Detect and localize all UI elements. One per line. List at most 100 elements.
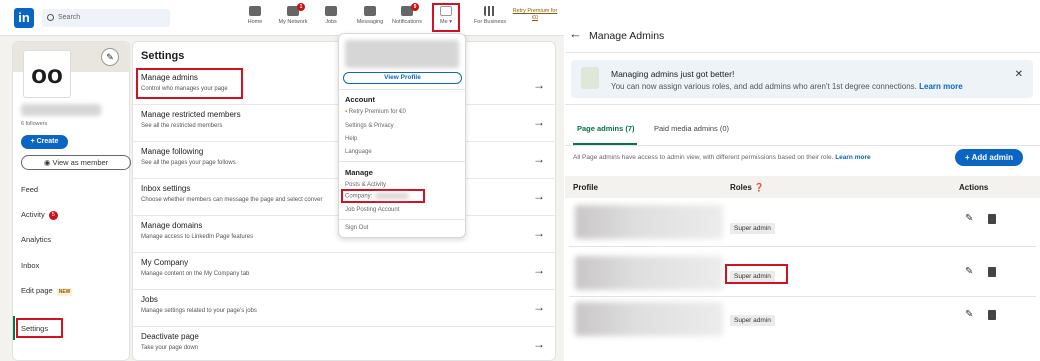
close-icon[interactable]: ✕ bbox=[1015, 69, 1023, 80]
nav-me[interactable]: Me ▾ bbox=[424, 6, 468, 25]
sign-out-link[interactable]: Sign Out bbox=[345, 225, 368, 231]
row-divider bbox=[569, 296, 1036, 297]
role-badge: Super admin bbox=[730, 315, 775, 326]
followers-count: 6 followers bbox=[21, 121, 48, 127]
arrow-right-icon: → bbox=[533, 189, 545, 203]
column-profile: Profile bbox=[573, 183, 598, 192]
menu-item-settings-privacy[interactable]: Settings & Privacy bbox=[345, 123, 394, 129]
profile-blurred bbox=[575, 302, 723, 336]
sidebar-item-settings[interactable]: Settings bbox=[21, 324, 48, 333]
learn-more-link[interactable]: Learn more bbox=[835, 154, 870, 161]
admin-info-text: All Page admins have access to admin vie… bbox=[573, 154, 871, 161]
trash-icon[interactable] bbox=[988, 310, 996, 320]
page-title: Manage Admins bbox=[589, 30, 665, 42]
role-badge: Super admin bbox=[730, 271, 775, 282]
linkedin-settings-screenshot: in Search Home 1 My Network Jobs Messagin… bbox=[0, 0, 564, 361]
divider bbox=[339, 219, 465, 220]
search-icon bbox=[47, 14, 54, 21]
page-profile-card: oo ✎ 6 followers + Create ◉ View as memb… bbox=[12, 41, 131, 361]
sidebar-item-edit-page[interactable]: Edit page NEW bbox=[21, 286, 73, 296]
sidebar-item-analytics[interactable]: Analytics bbox=[21, 235, 51, 244]
divider bbox=[565, 104, 1040, 105]
sidebar-item-inbox[interactable]: Inbox bbox=[21, 261, 39, 270]
company-logo: oo bbox=[23, 50, 71, 98]
add-admin-button[interactable]: + Add admin bbox=[955, 149, 1023, 166]
manage-header: Manage bbox=[345, 168, 373, 177]
notice-title: Managing admins just got better! bbox=[611, 69, 735, 79]
edit-pencil-icon[interactable]: ✎ bbox=[965, 309, 973, 320]
notice-banner: Managing admins just got better! You can… bbox=[571, 60, 1033, 98]
row-divider bbox=[569, 246, 1036, 247]
divider bbox=[339, 161, 465, 162]
trash-icon[interactable] bbox=[988, 214, 996, 224]
manage-admins-screenshot: ← Manage Admins Managing admins just got… bbox=[565, 0, 1040, 361]
linkedin-logo-icon[interactable]: in bbox=[14, 8, 34, 28]
bell-icon: 9 bbox=[401, 3, 419, 16]
arrow-right-icon: → bbox=[533, 226, 545, 240]
network-badge: 1 bbox=[297, 3, 305, 11]
learn-more-link[interactable]: Learn more bbox=[919, 82, 963, 91]
nav-notifications[interactable]: 9 Notifications bbox=[385, 3, 429, 25]
view-profile-button[interactable]: View Profile bbox=[343, 72, 462, 84]
avatar-icon bbox=[440, 6, 452, 16]
account-header: Account bbox=[345, 95, 375, 104]
user-name-blurred bbox=[345, 40, 459, 68]
help-icon[interactable]: ❓ bbox=[754, 183, 764, 192]
divider bbox=[339, 89, 465, 90]
home-icon bbox=[249, 6, 261, 16]
premium-link[interactable]: Retry Premium for €0 bbox=[510, 8, 560, 22]
column-roles: Roles ❓ bbox=[730, 183, 764, 192]
me-dropdown-menu: View Profile Account ▪ Retry Premium for… bbox=[338, 33, 466, 238]
role-badge: Super admin bbox=[730, 223, 775, 234]
search-input[interactable]: Search bbox=[42, 9, 170, 27]
arrow-right-icon: → bbox=[533, 115, 545, 129]
company-name-blurred bbox=[375, 193, 410, 199]
notice-body: You can now assign various roles, and ad… bbox=[611, 82, 963, 91]
sidebar-item-activity[interactable]: Activity 5 bbox=[21, 210, 58, 220]
menu-item-job-posting[interactable]: Job Posting Account bbox=[345, 207, 399, 213]
menu-item-premium[interactable]: ▪ Retry Premium for €0 bbox=[345, 109, 406, 115]
edit-pencil-icon[interactable]: ✎ bbox=[965, 266, 973, 277]
tab-page-admins[interactable]: Page admins (7) bbox=[577, 124, 635, 133]
profile-blurred bbox=[575, 205, 723, 239]
nav-jobs[interactable]: Jobs bbox=[309, 6, 353, 25]
column-actions: Actions bbox=[959, 183, 989, 192]
edit-pencil-icon[interactable]: ✎ bbox=[965, 213, 973, 224]
new-badge: NEW bbox=[56, 288, 73, 296]
view-as-member-button[interactable]: ◉ View as member bbox=[21, 155, 131, 170]
arrow-right-icon: → bbox=[533, 78, 545, 92]
briefcase-icon bbox=[325, 6, 337, 16]
nav-for-business[interactable]: For Business bbox=[468, 6, 512, 25]
network-icon: 1 bbox=[287, 3, 305, 16]
back-arrow-icon[interactable]: ← bbox=[569, 26, 582, 41]
notifications-badge: 9 bbox=[411, 3, 419, 11]
settings-title: Settings bbox=[141, 50, 185, 62]
arrow-right-icon: → bbox=[533, 152, 545, 166]
divider bbox=[565, 52, 1040, 53]
menu-item-company[interactable]: Company: bbox=[345, 193, 410, 200]
arrow-right-icon: → bbox=[533, 337, 545, 351]
menu-item-posts-activity[interactable]: Posts & Activity bbox=[345, 182, 386, 188]
active-indicator bbox=[13, 316, 15, 340]
top-nav-bar: in Search Home 1 My Network Jobs Messagin… bbox=[0, 0, 564, 36]
messaging-icon bbox=[364, 6, 376, 16]
profile-blurred bbox=[575, 256, 723, 290]
menu-item-language[interactable]: Language bbox=[345, 149, 372, 155]
manage-admins-highlight bbox=[136, 68, 243, 99]
arrow-right-icon: → bbox=[533, 263, 545, 277]
pencil-icon[interactable]: ✎ bbox=[101, 48, 119, 66]
menu-item-help[interactable]: Help bbox=[345, 136, 357, 142]
tab-paid-media-admins[interactable]: Paid media admins (0) bbox=[654, 124, 729, 133]
settings-row-deactivate[interactable]: Deactivate page Take your page down → bbox=[133, 326, 555, 361]
admin-illustration-icon bbox=[581, 67, 599, 89]
create-button[interactable]: + Create bbox=[21, 135, 68, 149]
page-name-blurred bbox=[21, 104, 101, 116]
sidebar-item-feed[interactable]: Feed bbox=[21, 185, 38, 194]
trash-icon[interactable] bbox=[988, 267, 996, 277]
activity-badge: 5 bbox=[48, 210, 58, 220]
settings-row-my-company[interactable]: My Company Manage content on the My Compa… bbox=[133, 252, 555, 288]
divider bbox=[565, 145, 1040, 146]
settings-row-jobs[interactable]: Jobs Manage settings related to your page… bbox=[133, 289, 555, 325]
grid-icon bbox=[484, 6, 496, 16]
arrow-right-icon: → bbox=[533, 300, 545, 314]
